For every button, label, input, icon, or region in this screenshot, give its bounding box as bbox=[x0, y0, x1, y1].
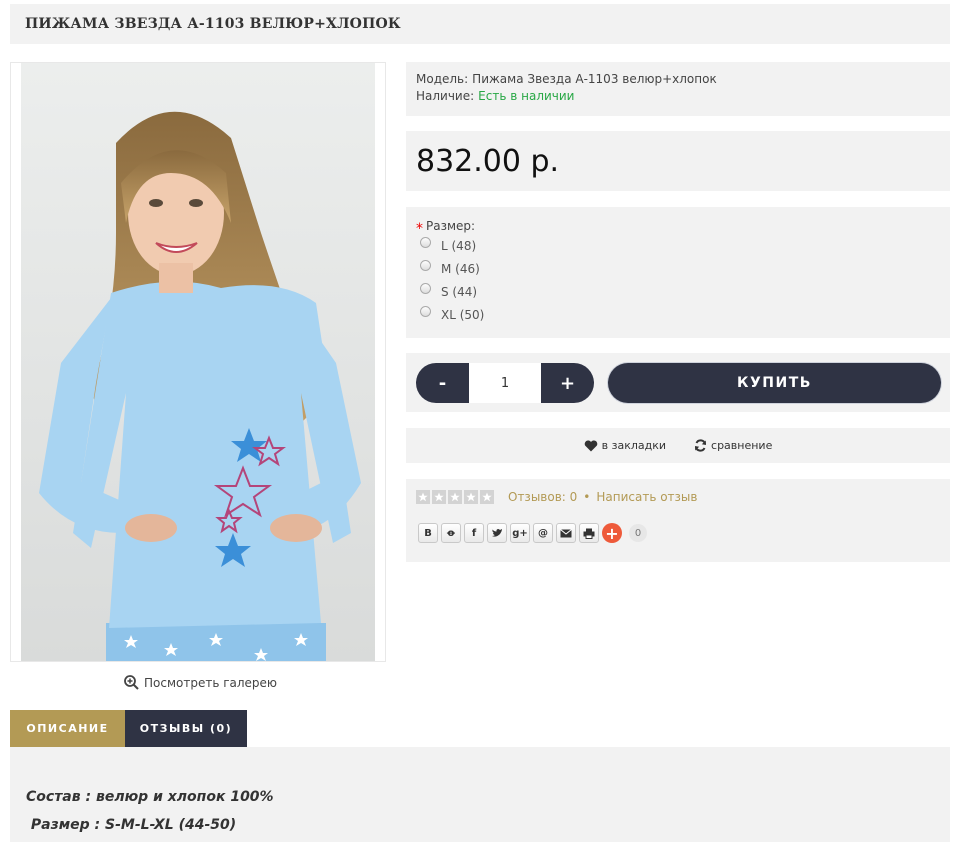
stock-row: Наличие: Есть в наличии bbox=[416, 88, 940, 105]
compare-button[interactable]: сравнение bbox=[694, 439, 772, 452]
wishlist-label: в закладки bbox=[601, 439, 667, 452]
share-buttons: B ꝋ f g+ @ + 0 bbox=[418, 523, 940, 543]
product-price: 832.00 р. bbox=[416, 143, 560, 179]
twitter-share-icon[interactable] bbox=[487, 523, 507, 543]
compare-label: сравнение bbox=[711, 439, 773, 452]
size-label: XL (50) bbox=[441, 307, 485, 322]
refresh-icon bbox=[695, 439, 707, 452]
size-option-m[interactable]: M (46) bbox=[420, 257, 940, 280]
buy-button[interactable]: КУПИТЬ bbox=[608, 363, 941, 403]
size-option-xl[interactable]: XL (50) bbox=[420, 303, 940, 326]
print-share-icon[interactable] bbox=[579, 523, 599, 543]
star-icon bbox=[480, 490, 494, 504]
model-row: Модель: Пижама Звезда А-1103 велюр+хлопок bbox=[416, 71, 940, 88]
size-option-l[interactable]: L (48) bbox=[420, 234, 940, 257]
google-plus-share-icon[interactable]: g+ bbox=[510, 523, 530, 543]
rating-row: Отзывов: 0 • Написать отзыв bbox=[416, 490, 940, 504]
reviews-panel: Отзывов: 0 • Написать отзыв B ꝋ f g+ @ +… bbox=[406, 479, 950, 562]
separator-dot: • bbox=[583, 490, 591, 504]
size-options-panel: * Размер: L (48) M (46) S (44) XL (50) bbox=[406, 207, 950, 338]
size-label: M (46) bbox=[441, 261, 480, 276]
model-value: Пижама Звезда А-1103 велюр+хлопок bbox=[472, 72, 717, 86]
star-rating bbox=[416, 490, 494, 504]
decrease-quantity-button[interactable]: - bbox=[416, 363, 469, 403]
heart-icon bbox=[584, 439, 597, 451]
stock-label: Наличие: bbox=[416, 89, 475, 103]
mail-share-icon[interactable] bbox=[556, 523, 576, 543]
size-option-title: * Размер: bbox=[416, 218, 940, 237]
product-title-bar: ПИЖАМА ЗВЕЗДА А-1103 ВЕЛЮР+ХЛОПОК bbox=[10, 4, 950, 44]
star-icon bbox=[432, 490, 446, 504]
description-panel: Состав : велюр и хлопок 100% Размер : S-… bbox=[10, 747, 950, 842]
odnoklassniki-share-icon[interactable]: ꝋ bbox=[441, 523, 461, 543]
description-composition: Состав : велюр и хлопок 100% bbox=[26, 789, 274, 805]
radio-button[interactable] bbox=[420, 260, 431, 271]
wishlist-compare-panel: в закладки сравнение bbox=[406, 428, 950, 463]
product-title: ПИЖАМА ЗВЕЗДА А-1103 ВЕЛЮР+ХЛОПОК bbox=[25, 16, 401, 32]
size-option-label: Размер: bbox=[426, 219, 476, 233]
wishlist-button[interactable]: в закладки bbox=[584, 439, 666, 452]
purchase-panel: - 1 + КУПИТЬ bbox=[406, 353, 950, 412]
size-label: S (44) bbox=[441, 284, 478, 299]
required-marker: * bbox=[416, 221, 423, 237]
reviews-count-link[interactable]: Отзывов: 0 bbox=[508, 490, 577, 504]
radio-button[interactable] bbox=[420, 283, 431, 294]
increase-quantity-button[interactable]: + bbox=[541, 363, 594, 403]
star-icon bbox=[416, 490, 430, 504]
tab-reviews[interactable]: ОТЗЫВЫ (0) bbox=[125, 710, 247, 747]
size-option-s[interactable]: S (44) bbox=[420, 280, 940, 303]
vk-share-icon[interactable]: B bbox=[418, 523, 438, 543]
radio-button[interactable] bbox=[420, 306, 431, 317]
quantity-input[interactable]: 1 bbox=[469, 363, 541, 403]
view-gallery-link[interactable]: Посмотреть галерею bbox=[124, 675, 277, 690]
price-panel: 832.00 р. bbox=[406, 131, 950, 191]
model-label: Модель: bbox=[416, 72, 469, 86]
more-share-icon[interactable]: + bbox=[602, 523, 622, 543]
view-gallery-label: Посмотреть галерею bbox=[144, 675, 278, 690]
quantity-stepper: - 1 + bbox=[416, 363, 594, 403]
stock-status: Есть в наличии bbox=[478, 89, 575, 103]
product-info-panel: Модель: Пижама Звезда А-1103 велюр+хлопок… bbox=[406, 62, 950, 116]
share-count-badge: 0 bbox=[629, 524, 647, 542]
email-at-share-icon[interactable]: @ bbox=[533, 523, 553, 543]
size-label: L (48) bbox=[441, 238, 477, 253]
zoom-icon bbox=[124, 675, 139, 690]
write-review-link[interactable]: Написать отзыв bbox=[596, 490, 697, 504]
product-photo bbox=[21, 63, 375, 661]
star-icon bbox=[464, 490, 478, 504]
product-image[interactable] bbox=[10, 62, 386, 662]
radio-button[interactable] bbox=[420, 237, 431, 248]
star-icon bbox=[448, 490, 462, 504]
tab-description[interactable]: ОПИСАНИЕ bbox=[10, 710, 125, 747]
facebook-share-icon[interactable]: f bbox=[464, 523, 484, 543]
description-size: Размер : S-M-L-XL (44-50) bbox=[26, 817, 237, 833]
